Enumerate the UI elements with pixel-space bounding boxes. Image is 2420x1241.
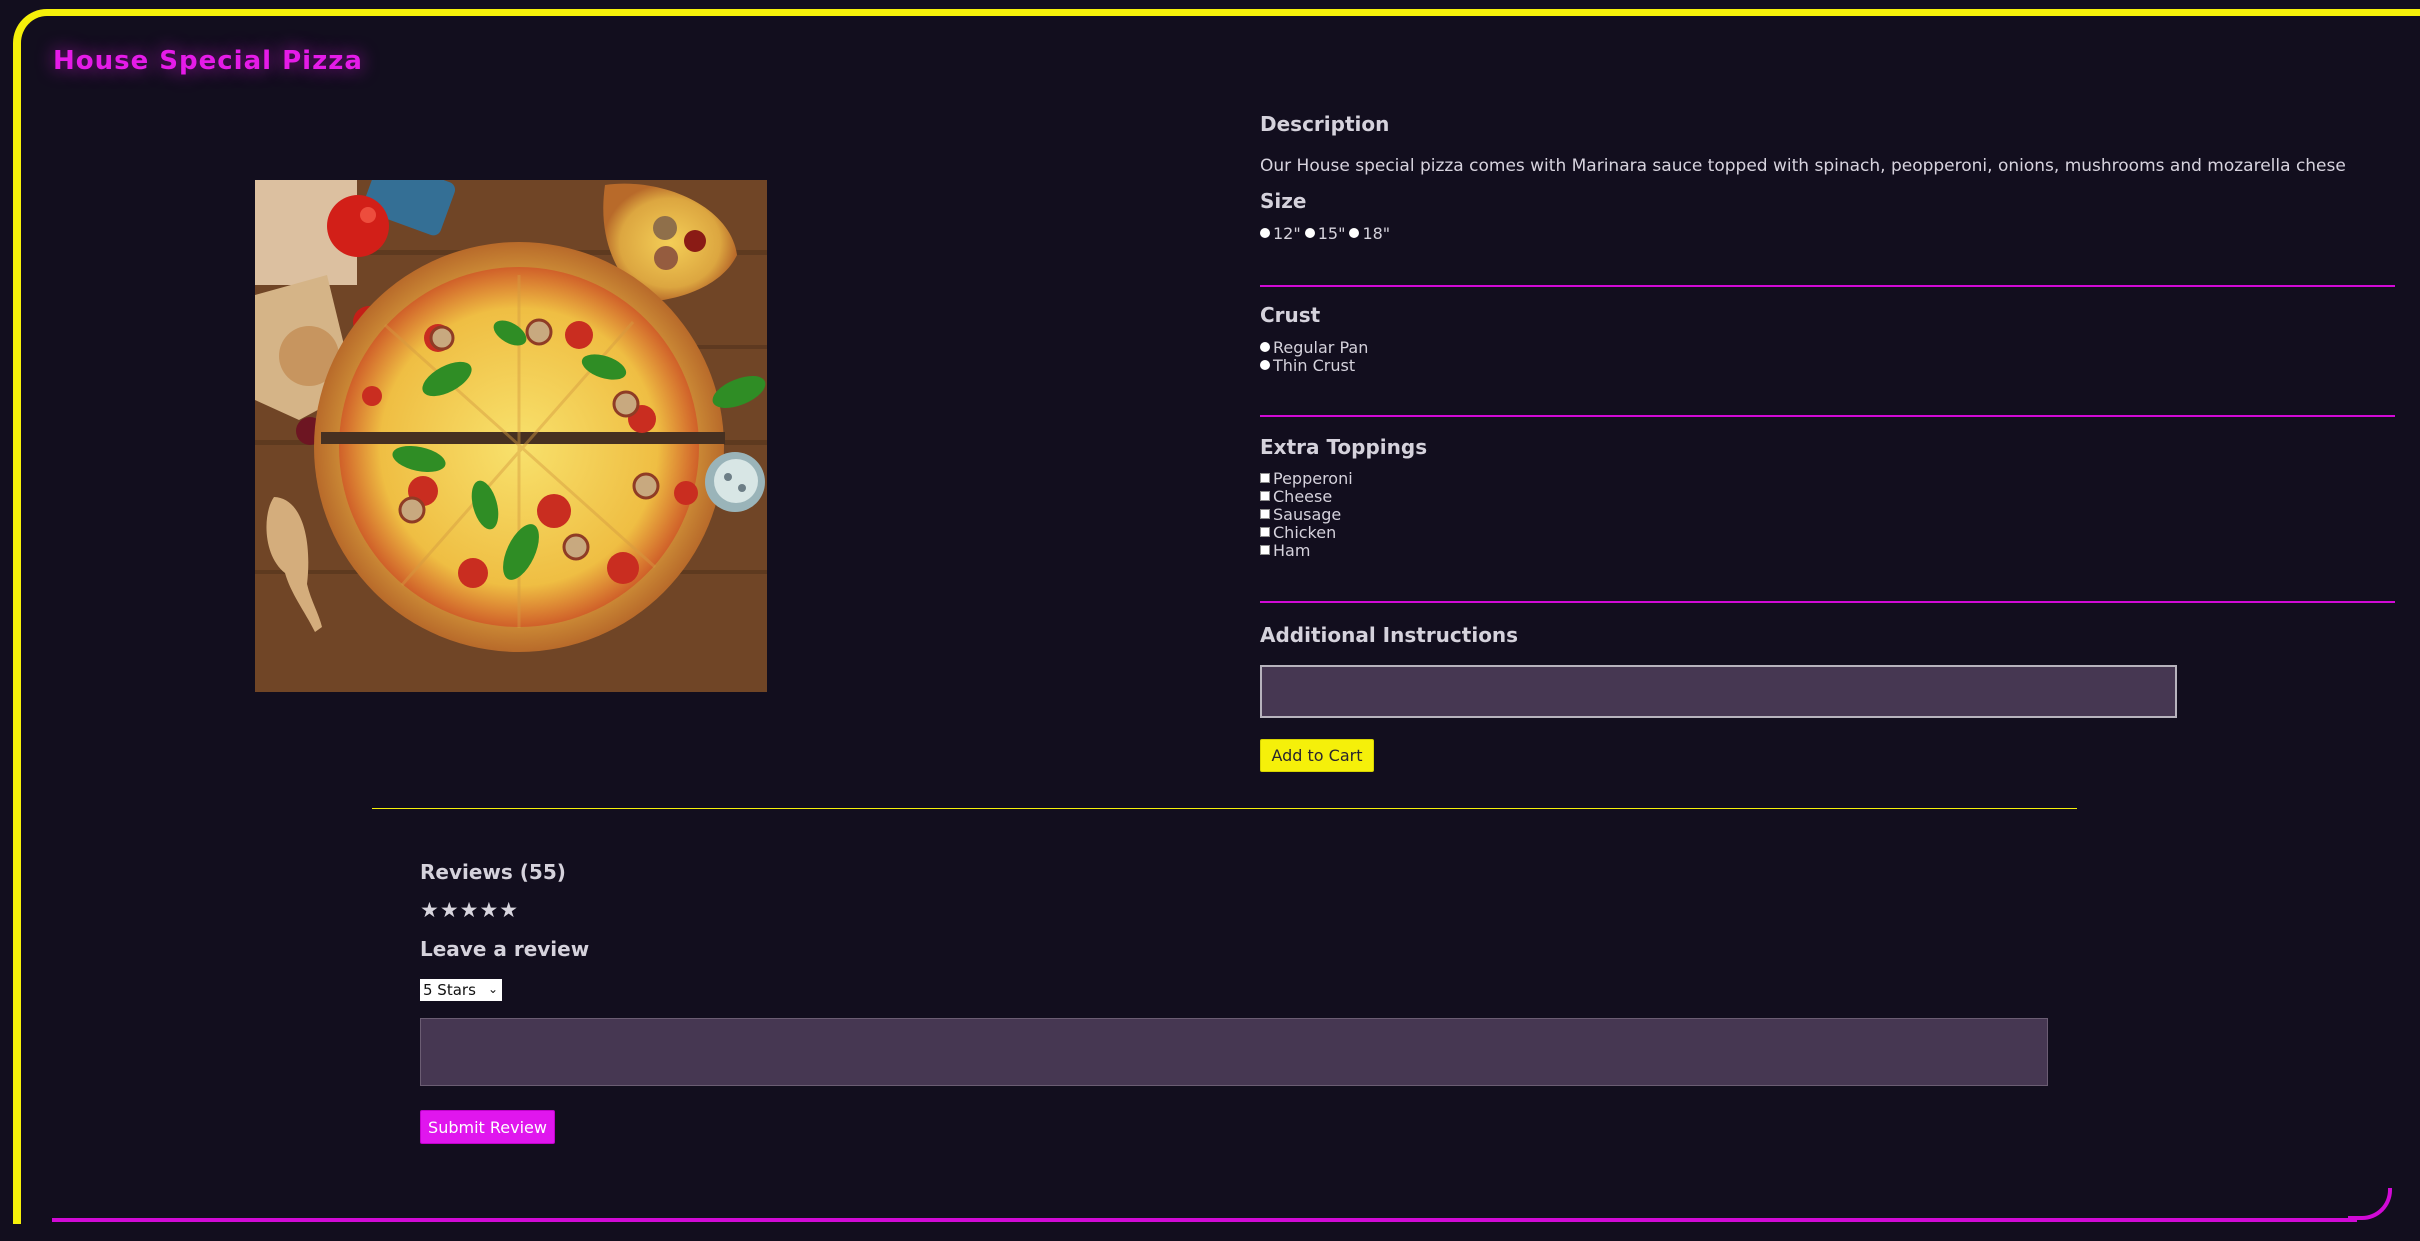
thin-crust-label: Thin Crust — [1273, 355, 1356, 375]
chevron-down-icon: ⌄ — [487, 982, 498, 996]
ham-label: Ham — [1273, 540, 1311, 560]
crust-divider — [1260, 415, 2395, 417]
crust-section: Crust Regular Pan Thin Crust — [1260, 303, 1368, 375]
description-text: Our House special pizza comes with Marin… — [1260, 156, 2346, 176]
description-section: Description Our House special pizza come… — [1260, 112, 2346, 176]
size-options: 12" 15" 18" — [1260, 223, 1391, 243]
size-15-radio[interactable] — [1304, 228, 1315, 238]
sausage-label: Sausage — [1273, 504, 1342, 524]
crust-option-thin-crust: Thin Crust — [1260, 355, 1356, 375]
review-textarea[interactable] — [420, 1018, 2048, 1086]
topping-sausage: Sausage — [1260, 504, 1342, 524]
size-12-label: 12" — [1273, 223, 1301, 243]
regular-pan-label: Regular Pan — [1273, 337, 1369, 357]
topping-pepperoni: Pepperoni — [1260, 468, 1353, 488]
cheese-label: Cheese — [1273, 486, 1333, 506]
toppings-section: Extra Toppings Pepperoni Cheese Sausage … — [1260, 435, 1428, 560]
additional-instructions-input[interactable] — [1260, 665, 2177, 718]
pepperoni-label: Pepperoni — [1273, 468, 1353, 488]
add-to-cart-button[interactable]: Add to Cart — [1260, 739, 1374, 772]
reviews-section: Reviews (55) ★★★★★ Leave a review 5 Star… — [420, 860, 2050, 1144]
topping-ham: Ham — [1260, 540, 1311, 560]
review-rating-select[interactable]: 5 Stars ⌄ — [420, 979, 502, 1001]
chicken-checkbox[interactable] — [1260, 527, 1270, 537]
size-heading: Size — [1260, 189, 1307, 213]
chicken-label: Chicken — [1273, 522, 1337, 542]
thin-crust-radio[interactable] — [1260, 360, 1270, 370]
regular-pan-radio[interactable] — [1260, 342, 1270, 352]
size-12-radio[interactable] — [1260, 228, 1270, 238]
topping-chicken: Chicken — [1260, 522, 1337, 542]
size-divider — [1260, 285, 2395, 287]
submit-review-button[interactable]: Submit Review — [420, 1110, 555, 1144]
cheese-checkbox[interactable] — [1260, 491, 1270, 501]
leave-review-heading: Leave a review — [420, 937, 590, 961]
page-title: House Special Pizza — [53, 46, 363, 76]
reviews-divider — [372, 808, 2077, 809]
star-icon: ★★★★★ — [420, 898, 520, 922]
pepperoni-checkbox[interactable] — [1260, 473, 1270, 483]
bottom-right-frame-corner — [2348, 1188, 2392, 1220]
size-18-label: 18" — [1362, 223, 1391, 243]
topping-cheese: Cheese — [1260, 486, 1333, 506]
ham-checkbox[interactable] — [1260, 545, 1270, 555]
description-heading: Description — [1260, 112, 1390, 136]
toppings-heading: Extra Toppings — [1260, 435, 1428, 459]
instructions-heading: Additional Instructions — [1260, 623, 1519, 647]
selected-review-rating: 5 Stars — [423, 981, 476, 999]
sausage-checkbox[interactable] — [1260, 509, 1270, 519]
crust-heading: Crust — [1260, 303, 1321, 327]
pizza-image — [255, 180, 767, 692]
size-section: Size 12" 15" 18" — [1260, 189, 1390, 243]
crust-option-regular-pan: Regular Pan — [1260, 337, 1369, 357]
size-18-radio[interactable] — [1349, 228, 1360, 238]
bottom-accent-line — [52, 1218, 2357, 1222]
reviews-heading: Reviews (55) — [420, 860, 566, 884]
size-15-label: 15" — [1317, 223, 1346, 243]
toppings-divider — [1260, 601, 2395, 603]
